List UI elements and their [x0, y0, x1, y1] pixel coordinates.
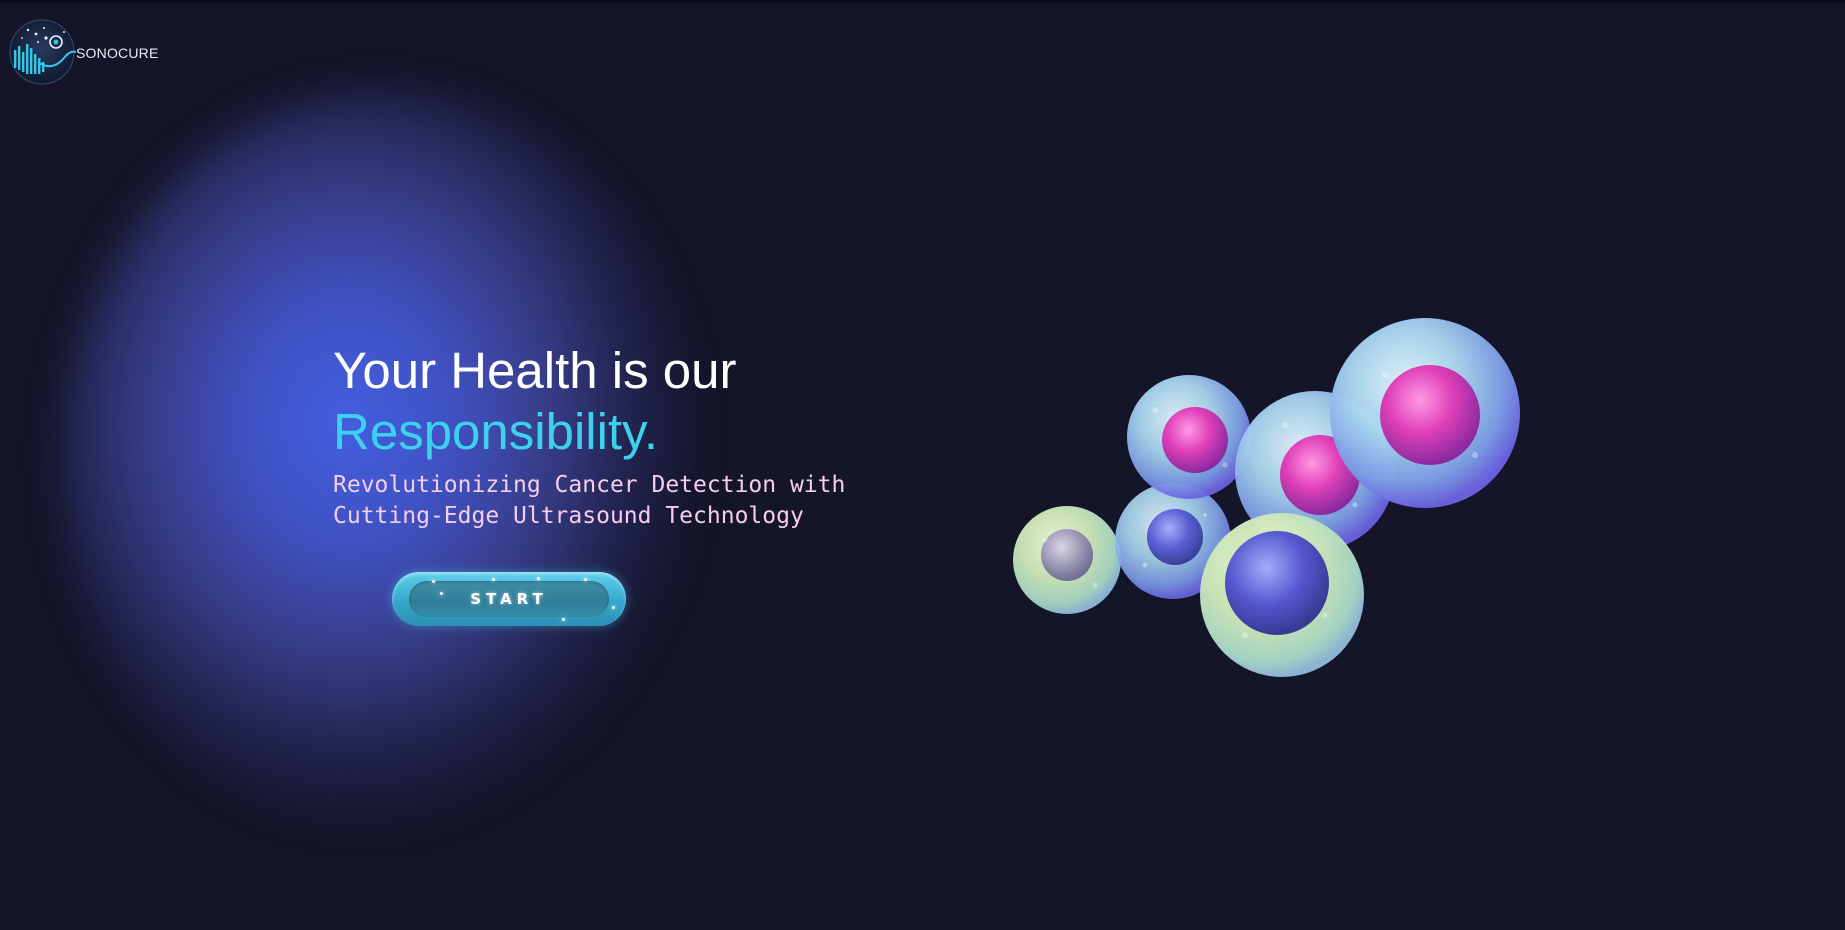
start-button[interactable]: START — [392, 572, 626, 626]
cell-nucleus — [1225, 531, 1329, 635]
sonocure-logo-icon — [9, 19, 76, 85]
hero-headline: Your Health is our Responsibility. — [333, 340, 893, 462]
landing-page: SONOCURE Your Health is our Responsibili… — [0, 0, 1845, 930]
top-strip — [0, 0, 1845, 3]
cell-nucleus — [1162, 407, 1228, 473]
hero-section: Your Health is our Responsibility. Revol… — [333, 340, 893, 532]
cell-nucleus — [1380, 365, 1480, 465]
headline-line-1: Your Health is our — [333, 342, 737, 399]
cancer-cells-illustration — [1013, 318, 1520, 677]
hero-subheadline: Revolutionizing Cancer Detection with Cu… — [333, 472, 846, 529]
brand-logo[interactable]: SONOCURE — [8, 18, 159, 86]
cell-nucleus — [1041, 529, 1093, 581]
start-button-label: START — [470, 590, 548, 608]
headline-accent: Responsibility. — [333, 403, 659, 460]
cell-nucleus — [1147, 509, 1203, 565]
brand-name: SONOCURE — [76, 45, 159, 61]
